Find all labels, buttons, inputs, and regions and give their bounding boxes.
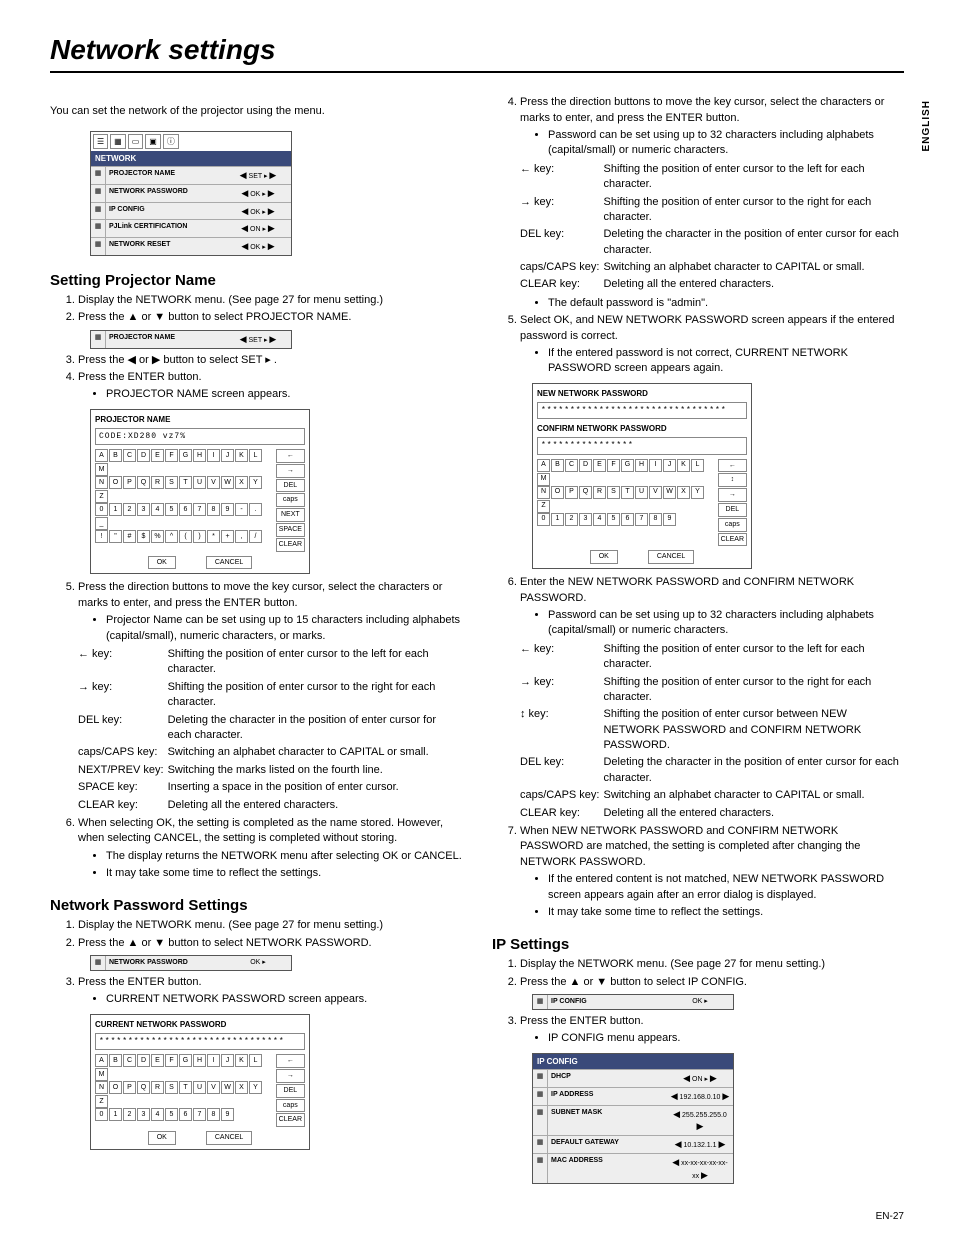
pw-step-4: Press the direction buttons to move the …: [520, 95, 904, 159]
current-password-osk: CURRENT NETWORK PASSWORD ***************…: [90, 1014, 310, 1150]
pn-step-2: Press the ▲ or ▼ button to select PROJEC…: [78, 310, 462, 325]
osk-ok: OK: [590, 550, 618, 564]
osk-ok: OK: [148, 1131, 176, 1145]
new-password-osk: NEW NETWORK PASSWORD *******************…: [532, 383, 752, 569]
projector-name-row: ▦ PROJECTOR NAME ◀ SET ▸ ▶: [90, 330, 292, 349]
network-menu-header: NETWORK: [91, 151, 291, 166]
pn-step-5: Press the direction buttons to move the …: [78, 580, 462, 644]
osk-cancel: CANCEL: [206, 556, 252, 570]
ip-config-row: ▦ IP CONFIG OK ▸: [532, 994, 734, 1010]
ip-step-1: Display the NETWORK menu. (See page 27 f…: [520, 957, 904, 972]
osk-ok: OK: [148, 556, 176, 570]
pw-bullet-4: Password can be set using up to 32 chara…: [548, 128, 904, 159]
pw-step-7: When NEW NETWORK PASSWORD and CONFIRM NE…: [520, 824, 904, 920]
password-heading: Network Password Settings: [50, 895, 462, 916]
language-label: ENGLISH: [920, 100, 934, 151]
osk-cancel: CANCEL: [206, 1131, 252, 1145]
right-column: Press the direction buttons to move the …: [492, 93, 904, 1190]
password-keys-4: ← key:Shifting the position of enter cur…: [520, 161, 904, 294]
left-column: You can set the network of the projector…: [50, 93, 462, 1190]
pn-bullet-5: Projector Name can be set using up to 15…: [106, 613, 462, 644]
pw-step-1: Display the NETWORK menu. (See page 27 f…: [78, 918, 462, 933]
pw-bullet-5: If the entered password is not correct, …: [548, 346, 904, 377]
pn-bullet-6a: The display returns the NETWORK menu aft…: [106, 849, 462, 864]
osk-cancel: CANCEL: [648, 550, 694, 564]
projector-name-osk: PROJECTOR NAME CODE:XD280 vz7% ABCDEFGHI…: [90, 409, 310, 575]
intro-text: You can set the network of the projector…: [50, 104, 462, 119]
pn-bullet-6b: It may take some time to reflect the set…: [106, 866, 462, 881]
pw-bullet-7a: If the entered content is not matched, N…: [548, 872, 904, 903]
pn-bullet-4: PROJECTOR NAME screen appears.: [106, 387, 462, 402]
page-title: Network settings: [50, 30, 904, 73]
projector-name-heading: Setting Projector Name: [50, 270, 462, 291]
pn-step-1: Display the NETWORK menu. (See page 27 f…: [78, 293, 462, 308]
ip-step-2: Press the ▲ or ▼ button to select IP CON…: [520, 975, 904, 990]
page-number: EN-27: [50, 1210, 904, 1224]
pw-step-5: Select OK, and NEW NETWORK PASSWORD scre…: [520, 313, 904, 377]
ip-heading: IP Settings: [492, 934, 904, 955]
pw-bullet-3: CURRENT NETWORK PASSWORD screen appears.: [106, 992, 462, 1007]
password-row: ▦ NETWORK PASSWORD OK ▸: [90, 955, 292, 971]
default-password: The default password is "admin".: [548, 296, 904, 311]
pw-bullet-7b: It may take some time to reflect the set…: [548, 905, 904, 920]
ip-bullet-3: IP CONFIG menu appears.: [548, 1031, 904, 1046]
ip-step-3: Press the ENTER button. IP CONFIG menu a…: [520, 1014, 904, 1047]
pw-step-6: Enter the NEW NETWORK PASSWORD and CONFI…: [520, 575, 904, 639]
pn-step-3: Press the ◀ or ▶ button to select SET ▸ …: [78, 353, 462, 368]
pw-bullet-6: Password can be set using up to 32 chara…: [548, 608, 904, 639]
pn-step-6: When selecting OK, the setting is comple…: [78, 816, 462, 882]
password-keys-6: ← key:Shifting the position of enter cur…: [520, 641, 904, 822]
pw-step-3: Press the ENTER button. CURRENT NETWORK …: [78, 975, 462, 1008]
pw-step-2: Press the ▲ or ▼ button to select NETWOR…: [78, 936, 462, 951]
projector-name-keys: ← key:Shifting the position of enter cur…: [78, 646, 462, 814]
ip-config-menu: IP CONFIG ▦DHCP◀ ON ▸ ▶▦IP ADDRESS◀ 192.…: [532, 1053, 734, 1185]
network-menu: ☰▦▭▣ⓘ NETWORK ▦PROJECTOR NAME◀ SET ▸ ▶▦N…: [90, 131, 292, 256]
pn-step-4: Press the ENTER button. PROJECTOR NAME s…: [78, 370, 462, 403]
